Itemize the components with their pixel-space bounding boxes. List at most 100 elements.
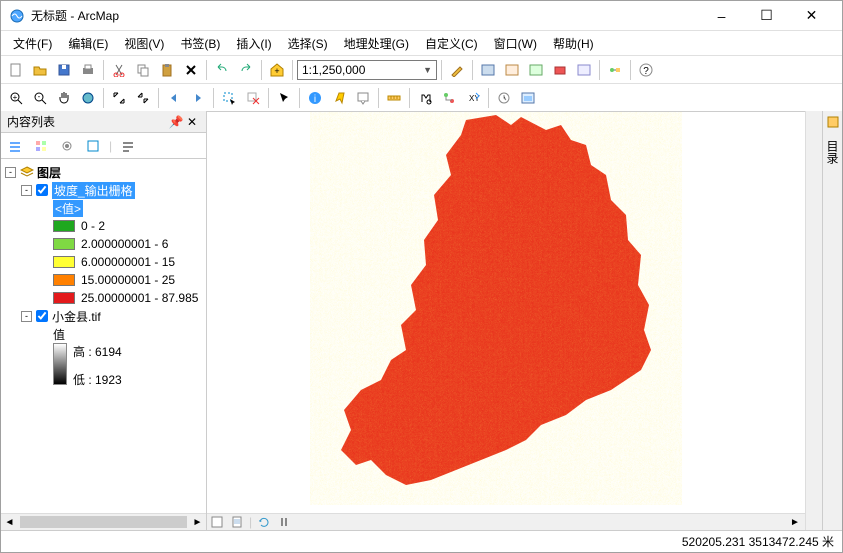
map-bottom-bar: | ► xyxy=(207,513,805,530)
add-data-button[interactable]: + xyxy=(266,59,288,81)
class-0-label: 0 - 2 xyxy=(81,219,105,233)
layer2-high: 高 : 6194 xyxy=(73,343,122,361)
toolbar-standard: + 1:1,250,000 ▼ ? xyxy=(1,55,842,83)
full-extent-button[interactable] xyxy=(77,87,99,109)
collapse-root[interactable]: - xyxy=(5,167,16,178)
fixed-zoom-in-button[interactable] xyxy=(108,87,130,109)
cut-button[interactable] xyxy=(108,59,130,81)
pointer-button[interactable] xyxy=(273,87,295,109)
zoom-out-button[interactable]: - xyxy=(29,87,51,109)
list-by-drawing-button[interactable] xyxy=(5,136,25,156)
arctoolbox-button[interactable] xyxy=(549,59,571,81)
menu-file[interactable]: 文件(F) xyxy=(5,32,60,55)
viewer-window-button[interactable] xyxy=(517,87,539,109)
toc-options-button[interactable] xyxy=(118,136,138,156)
map-view[interactable] xyxy=(207,111,805,513)
toc-pin-button[interactable]: 📌 xyxy=(168,115,184,129)
data-view-button[interactable] xyxy=(207,515,227,530)
layer1-checkbox[interactable] xyxy=(36,184,48,196)
python-button[interactable] xyxy=(573,59,595,81)
list-by-visibility-button[interactable] xyxy=(57,136,77,156)
menu-help[interactable]: 帮助(H) xyxy=(545,32,602,55)
time-slider-button[interactable] xyxy=(493,87,515,109)
minimize-button[interactable]: – xyxy=(699,2,744,30)
list-by-source-button[interactable] xyxy=(31,136,51,156)
print-button[interactable] xyxy=(77,59,99,81)
window-title: 无标题 - ArcMap xyxy=(31,7,699,24)
zoom-in-button[interactable]: + xyxy=(5,87,27,109)
undo-button[interactable] xyxy=(211,59,233,81)
layer1-name[interactable]: 坡度_输出栅格 xyxy=(52,182,135,199)
close-button[interactable]: ✕ xyxy=(789,2,834,30)
menu-edit[interactable]: 编辑(E) xyxy=(60,32,116,55)
copy-button[interactable] xyxy=(132,59,154,81)
layer2-gradient-swatch[interactable] xyxy=(53,343,67,385)
identify-button[interactable]: i xyxy=(304,87,326,109)
scroll-right-icon[interactable]: ► xyxy=(189,514,206,530)
scale-combo[interactable]: 1:1,250,000 ▼ xyxy=(297,60,437,80)
map-hscroll[interactable] xyxy=(294,515,785,530)
measure-button[interactable] xyxy=(383,87,405,109)
menu-insert[interactable]: 插入(I) xyxy=(228,32,279,55)
map-vscroll[interactable] xyxy=(805,111,822,530)
pan-button[interactable] xyxy=(53,87,75,109)
next-extent-button[interactable] xyxy=(187,87,209,109)
maximize-button[interactable]: ☐ xyxy=(744,2,789,30)
menu-window[interactable]: 窗口(W) xyxy=(486,32,545,55)
toc-tree: - 图层 - 坡度_输出栅格 <值> 0 - 2 xyxy=(1,159,206,513)
class-1-swatch[interactable] xyxy=(53,238,75,250)
toc-button[interactable] xyxy=(477,59,499,81)
find-route-button[interactable] xyxy=(438,87,460,109)
clear-selection-button[interactable] xyxy=(242,87,264,109)
editor-toolbar-button[interactable] xyxy=(446,59,468,81)
hyperlink-button[interactable] xyxy=(328,87,350,109)
menu-select[interactable]: 选择(S) xyxy=(280,32,336,55)
goto-xy-button[interactable]: XY xyxy=(462,87,484,109)
menu-custom[interactable]: 自定义(C) xyxy=(417,32,486,55)
statusbar: 520205.231 3513472.245 米 xyxy=(1,530,842,552)
paste-button[interactable] xyxy=(156,59,178,81)
prev-extent-button[interactable] xyxy=(163,87,185,109)
class-3-label: 15.00000001 - 25 xyxy=(81,273,175,287)
fixed-zoom-out-button[interactable] xyxy=(132,87,154,109)
menu-geoproc[interactable]: 地理处理(G) xyxy=(336,32,417,55)
layer2-name[interactable]: 小金县.tif xyxy=(52,308,101,325)
menu-bookmark[interactable]: 书签(B) xyxy=(172,32,228,55)
html-popup-button[interactable] xyxy=(352,87,374,109)
new-doc-button[interactable] xyxy=(5,59,27,81)
svg-text:+: + xyxy=(13,93,18,102)
layout-view-button[interactable] xyxy=(227,515,247,530)
redo-button[interactable] xyxy=(235,59,257,81)
scroll-right-button[interactable]: ► xyxy=(785,515,805,530)
scroll-left-icon[interactable]: ◄ xyxy=(1,514,18,530)
open-button[interactable] xyxy=(29,59,51,81)
collapse-layer1[interactable]: - xyxy=(21,185,32,196)
toc-header: 内容列表 📌 ✕ xyxy=(1,111,206,133)
menu-view[interactable]: 视图(V) xyxy=(116,32,172,55)
toc-title: 内容列表 xyxy=(7,113,168,130)
search-button[interactable] xyxy=(525,59,547,81)
refresh-button[interactable] xyxy=(254,515,274,530)
pause-button[interactable] xyxy=(274,515,294,530)
class-4-swatch[interactable] xyxy=(53,292,75,304)
toc-hscroll[interactable]: ◄ ► xyxy=(1,513,206,530)
catalog-dock-icon[interactable] xyxy=(826,115,840,132)
select-features-button[interactable] xyxy=(218,87,240,109)
collapse-layer2[interactable]: - xyxy=(21,311,32,322)
save-button[interactable] xyxy=(53,59,75,81)
toolbar-tools: + - i XY xyxy=(1,83,842,111)
find-button[interactable] xyxy=(414,87,436,109)
help-button[interactable]: ? xyxy=(635,59,657,81)
catalog-tab[interactable]: 目录 xyxy=(822,136,843,168)
class-0-swatch[interactable] xyxy=(53,220,75,232)
layer2-checkbox[interactable] xyxy=(36,310,48,322)
class-2-label: 6.000000001 - 15 xyxy=(81,255,175,269)
toc-close-button[interactable]: ✕ xyxy=(184,115,200,129)
class-3-swatch[interactable] xyxy=(53,274,75,286)
catalog-button[interactable] xyxy=(501,59,523,81)
svg-text:i: i xyxy=(314,94,316,105)
model-builder-button[interactable] xyxy=(604,59,626,81)
class-2-swatch[interactable] xyxy=(53,256,75,268)
delete-button[interactable] xyxy=(180,59,202,81)
list-by-selection-button[interactable] xyxy=(83,136,103,156)
